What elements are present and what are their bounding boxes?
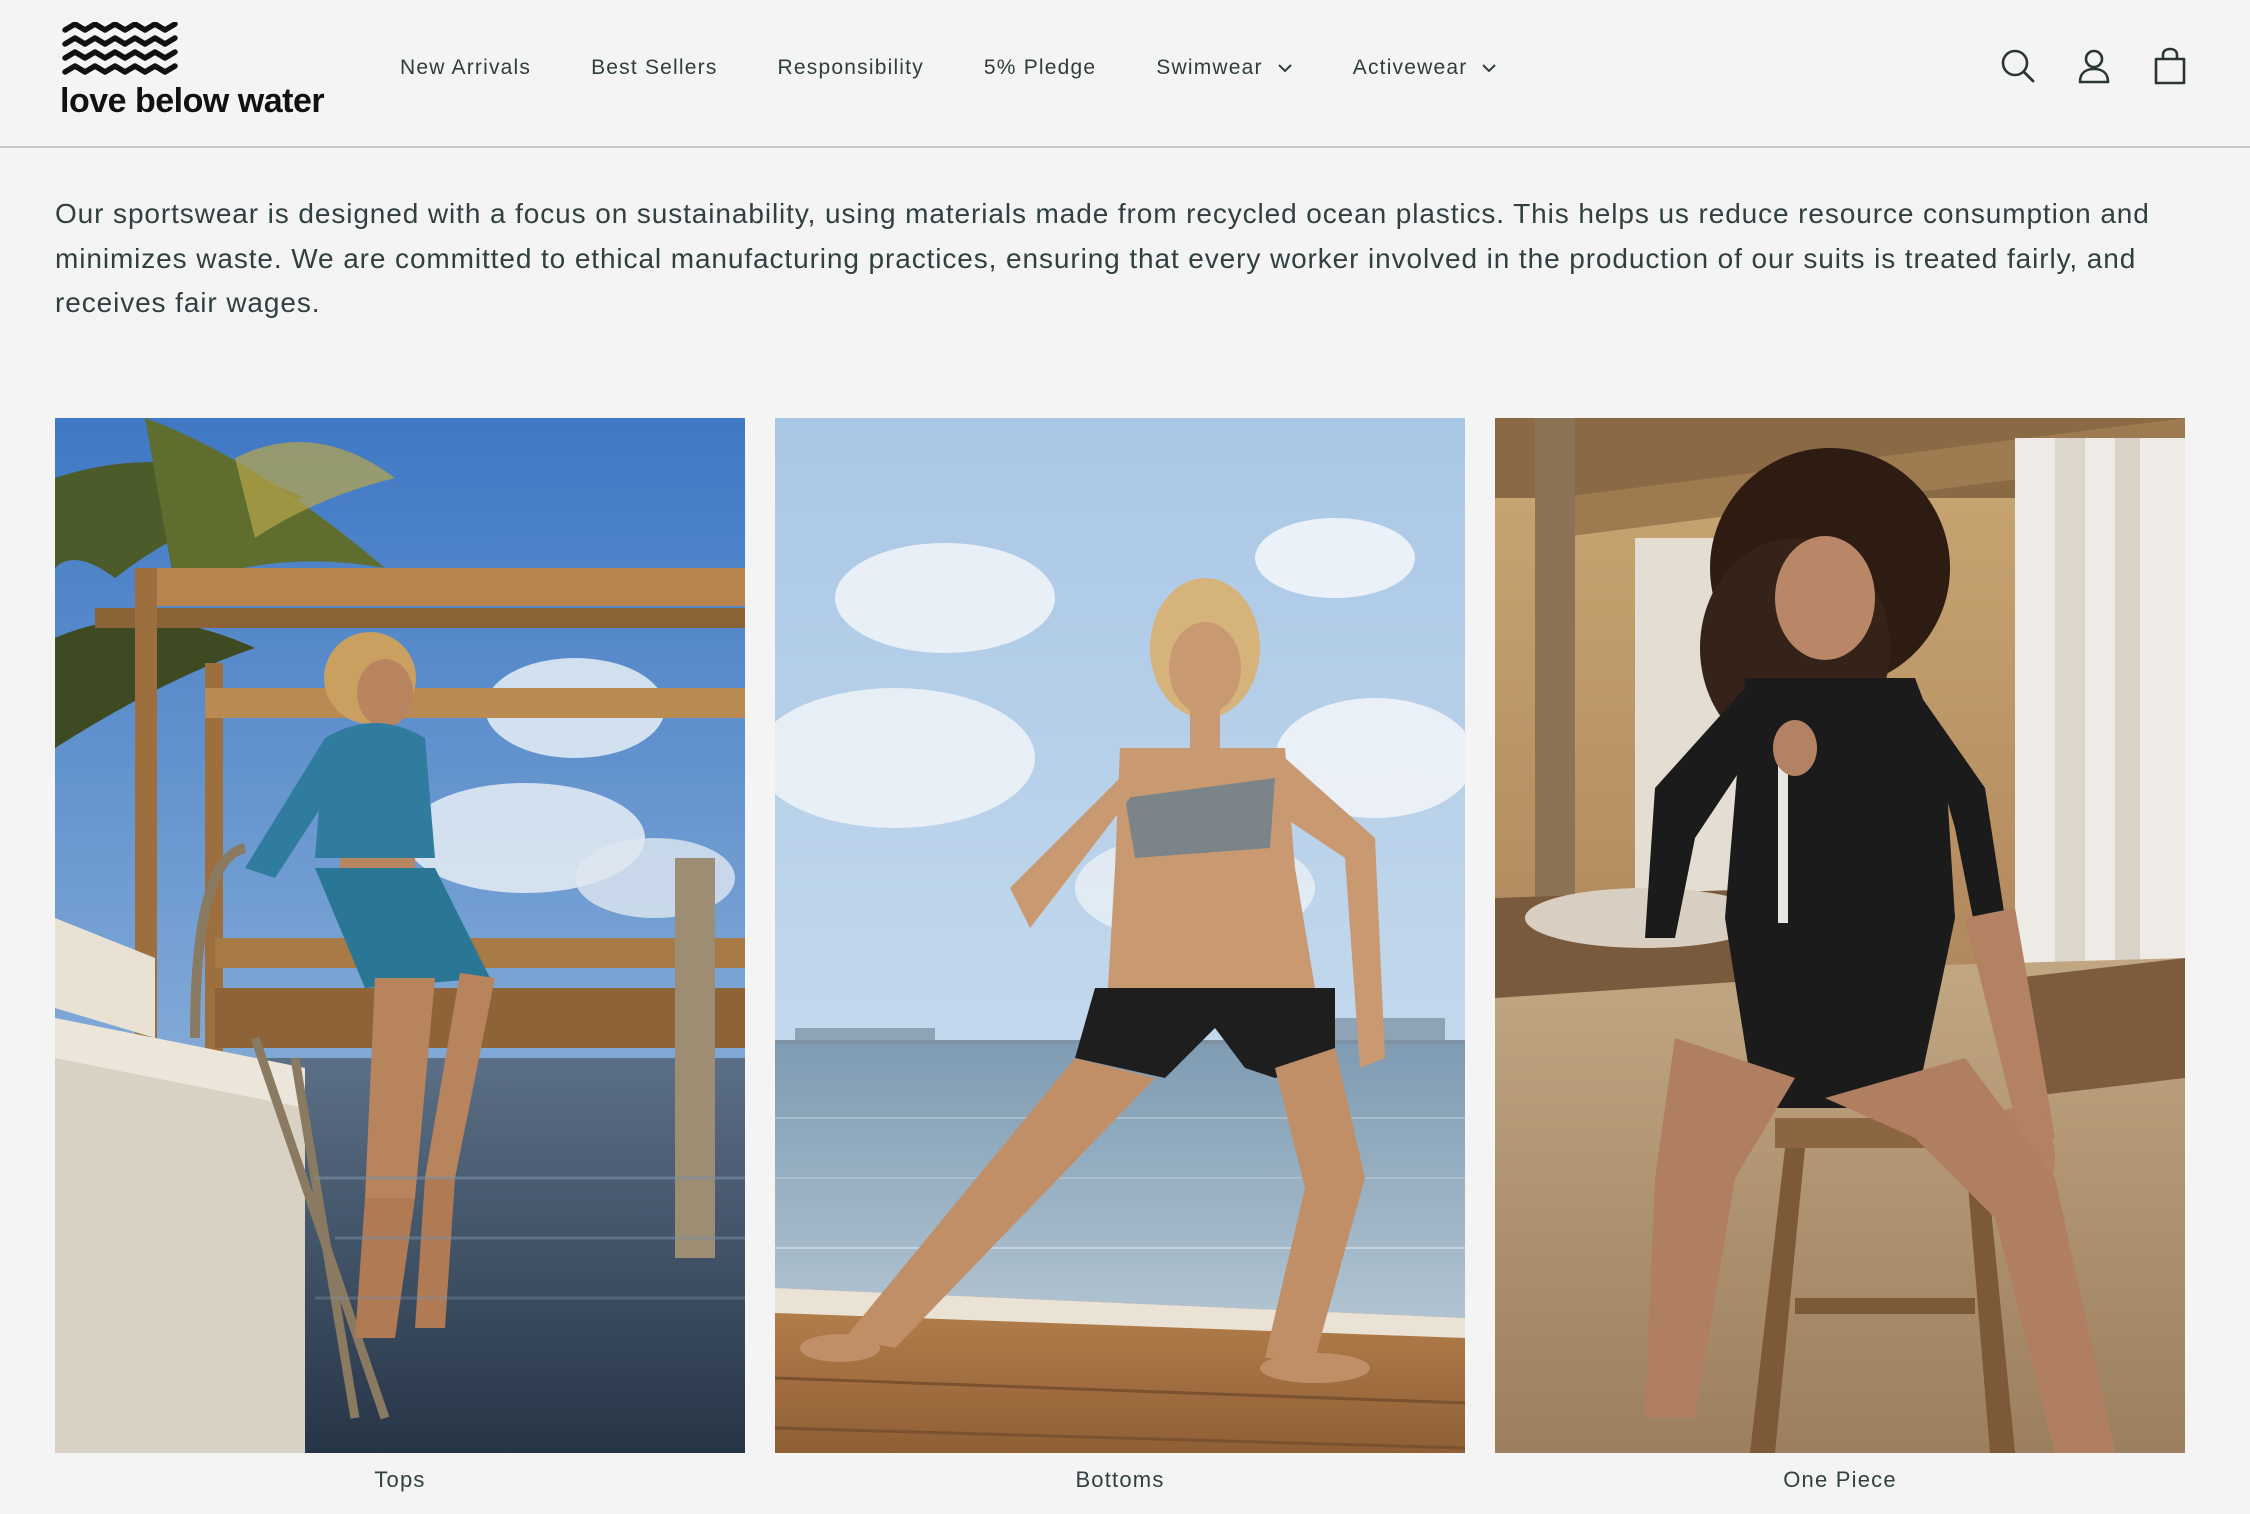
nav-item-best-sellers[interactable]: Best Sellers (591, 56, 717, 80)
collection-image[interactable] (1495, 418, 2185, 1453)
collection-grid: Tops Bottoms One Piece (55, 418, 2187, 1514)
account-icon (2078, 49, 2110, 84)
collection-label[interactable]: Tops (55, 1467, 745, 1493)
nav-item-label: New Arrivals (400, 56, 532, 79)
brand-logo[interactable]: love below water (58, 20, 328, 120)
header-icons (1962, 44, 2190, 88)
collection-card-one-piece[interactable]: One Piece (1495, 418, 2185, 1493)
chevron-down-icon (1278, 64, 1292, 73)
nav-item-pledge[interactable]: 5% Pledge (984, 56, 1096, 80)
collection-image[interactable] (55, 418, 745, 1453)
collection-label[interactable]: One Piece (1495, 1467, 2185, 1493)
account-button[interactable] (2074, 44, 2114, 88)
nav-item-activewear[interactable]: Activewear (1353, 56, 1498, 80)
nav-item-label: 5% Pledge (983, 56, 1097, 79)
intro-paragraph: Our sportswear is designed with a focus … (55, 198, 2150, 318)
collection-image[interactable] (775, 418, 1465, 1453)
cart-button[interactable] (2150, 44, 2190, 88)
nav-item-label: Best Sellers (591, 56, 718, 79)
collection-card-bottoms[interactable]: Bottoms (775, 418, 1465, 1493)
collection-card-tops[interactable]: Tops (55, 418, 745, 1493)
nav-item-label: Activewear (1352, 56, 1468, 79)
nav-item-new-arrivals[interactable]: New Arrivals (400, 56, 531, 80)
main-nav: New Arrivals Best Sellers Responsibility… (400, 0, 1557, 136)
nav-item-label: Responsibility (777, 56, 924, 79)
collection-label[interactable]: Bottoms (775, 1467, 1465, 1493)
search-icon (2001, 49, 2035, 83)
nav-item-responsibility[interactable]: Responsibility (778, 56, 924, 80)
search-button[interactable] (1998, 44, 2038, 88)
chevron-down-icon (1482, 64, 1497, 73)
site-header: love below water New Arrivals Best Selle… (0, 0, 2250, 148)
nav-item-label: Swimwear (1156, 56, 1263, 79)
waves-logo-icon (62, 22, 178, 75)
bag-icon (2154, 47, 2186, 85)
nav-item-swimwear[interactable]: Swimwear (1156, 56, 1292, 80)
brand-name: love below water (60, 82, 325, 120)
